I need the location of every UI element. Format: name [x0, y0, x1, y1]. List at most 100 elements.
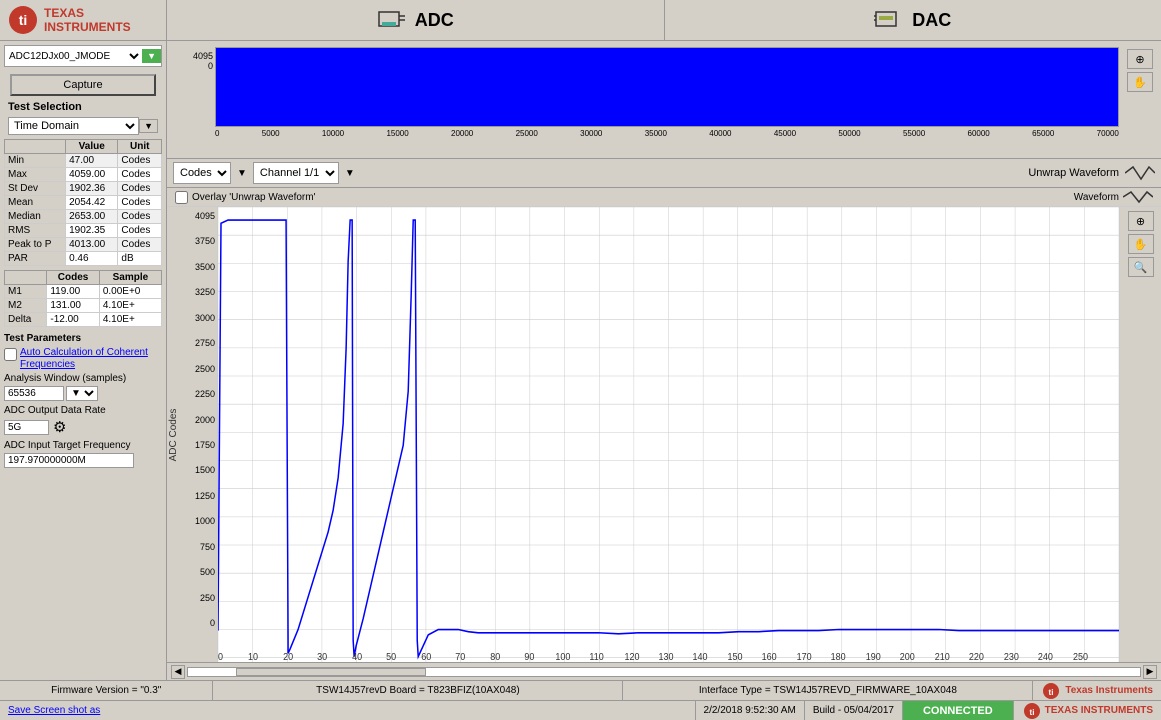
- analysis-window-label: Analysis Window (samples): [4, 373, 162, 384]
- ti-logo-icon: ti: [8, 5, 38, 35]
- svg-text:50: 50: [386, 652, 396, 662]
- overview-blue-fill: [216, 48, 1118, 126]
- dac-tab[interactable]: DAC: [665, 0, 1161, 40]
- adc-input-row: [4, 453, 162, 468]
- overlay-checkbox[interactable]: [175, 191, 188, 204]
- ti-logo-section: ti TEXAS INSTRUMENTS: [0, 0, 167, 40]
- svg-text:40: 40: [352, 652, 362, 662]
- marker-row-codes: -12.00: [47, 313, 99, 327]
- device-dropdown-arrow[interactable]: ▼: [142, 49, 161, 63]
- adc-output-row: ⚙: [4, 418, 162, 436]
- adc-input-label: ADC Input Target Frequency: [4, 440, 162, 451]
- overview-chart: 4095 0 0 5000 10000 15000 20000 25000 30…: [167, 41, 1161, 159]
- controls-bar: Codes ▼ Channel 1/1 ▼ Unwrap Waveform: [167, 159, 1161, 188]
- main-layout: ADC12DJx00_JMODE ▼ Capture Test Selectio…: [0, 41, 1161, 680]
- overview-y-bottom: 0: [208, 61, 213, 71]
- stats-row-unit: Codes: [118, 154, 162, 168]
- capture-button[interactable]: Capture: [10, 74, 156, 96]
- svg-text:200: 200: [900, 652, 915, 662]
- stats-row-value: 47.00: [66, 154, 118, 168]
- chart-svg-area: 0 10 20 30 40 50 60 70 80 90 100 110 120…: [217, 207, 1119, 662]
- test-params-section: Test Parameters Auto Calculation of Cohe…: [4, 333, 162, 468]
- stats-col-value: Value: [66, 140, 118, 154]
- test-selection-arrow[interactable]: ▼: [139, 119, 158, 133]
- svg-text:120: 120: [624, 652, 639, 662]
- svg-text:150: 150: [728, 652, 743, 662]
- stats-col-label: [5, 140, 66, 154]
- analysis-window-row: ▼: [4, 386, 162, 401]
- firmware-status: Firmware Version = "0.3": [0, 681, 213, 700]
- unwrap-wave-icon: [1125, 165, 1155, 181]
- svg-text:190: 190: [866, 652, 881, 662]
- adc-output-input[interactable]: [4, 420, 49, 435]
- status-bar-2: Save Screen shot as 2/2/2018 9:52:30 AM …: [0, 700, 1161, 720]
- overlay-label: Overlay 'Unwrap Waveform': [192, 192, 315, 203]
- scroll-left-btn[interactable]: ◀: [171, 665, 185, 679]
- stats-row-label: RMS: [5, 224, 66, 238]
- header: ti TEXAS INSTRUMENTS ADC DAC: [0, 0, 1161, 41]
- device-dropdown[interactable]: ADC12DJx00_JMODE: [5, 50, 142, 63]
- codes-select[interactable]: Codes: [173, 162, 231, 184]
- auto-calc-label: Auto Calculation of Coherent Frequencies: [20, 347, 162, 371]
- chart-zoom-tool[interactable]: 🔍: [1128, 257, 1154, 277]
- svg-text:80: 80: [490, 652, 500, 662]
- status-bar-1: Firmware Version = "0.3" TSW14J57revD Bo…: [0, 680, 1161, 700]
- svg-text:90: 90: [524, 652, 534, 662]
- marker-tbody: M1 119.00 0.00E+0 M2 131.00 4.10E+ Delta…: [5, 285, 162, 327]
- gear-icon[interactable]: ⚙: [53, 418, 66, 436]
- channel-dropdown-icon: ▼: [345, 168, 355, 179]
- svg-text:70: 70: [455, 652, 465, 662]
- stats-row-unit: Codes: [118, 224, 162, 238]
- overview-pan-tool[interactable]: ✋: [1127, 72, 1153, 92]
- svg-text:ti: ti: [19, 12, 28, 28]
- codes-dropdown-icon: ▼: [237, 168, 247, 179]
- stats-tbody: Min 47.00 Codes Max 4059.00 Codes St Dev…: [5, 154, 162, 266]
- adc-input-input[interactable]: [4, 453, 134, 468]
- svg-text:230: 230: [1004, 652, 1019, 662]
- overview-xaxis: 0 5000 10000 15000 20000 25000 30000 350…: [215, 127, 1119, 138]
- ti-logo-bottom: ti TEXAS INSTRUMENTS: [1014, 702, 1161, 720]
- yaxis-title: ADC Codes: [168, 408, 179, 461]
- svg-text:250: 250: [1073, 652, 1088, 662]
- adc-icon: [377, 8, 407, 33]
- stats-row-value: 4059.00: [66, 168, 118, 182]
- scrollbar-thumb[interactable]: [236, 668, 426, 676]
- waveform-label: Waveform: [1074, 192, 1119, 203]
- channel-select[interactable]: Channel 1/1: [253, 162, 339, 184]
- test-selection-dropdown[interactable]: Time Domain ▼: [8, 117, 158, 135]
- auto-calc-row: Auto Calculation of Coherent Frequencies: [4, 347, 162, 371]
- marker-row-codes: 131.00: [47, 299, 99, 313]
- adc-tab[interactable]: ADC: [167, 0, 665, 40]
- chart-pan-tool[interactable]: ✋: [1128, 234, 1154, 254]
- svg-text:30: 30: [317, 652, 327, 662]
- scrollbar-track[interactable]: [187, 667, 1141, 677]
- overlay-bar: Overlay 'Unwrap Waveform' Waveform: [167, 188, 1161, 207]
- chart-cursor-tool[interactable]: ⊕: [1128, 211, 1154, 231]
- chart-yaxis: 4095 3750 3500 3250 3000 2750 2500 2250 …: [167, 207, 217, 662]
- stats-row-label: PAR: [5, 252, 66, 266]
- stats-row-value: 2054.42: [66, 196, 118, 210]
- svg-text:0: 0: [218, 652, 223, 662]
- device-select[interactable]: ADC12DJx00_JMODE ▼: [4, 45, 162, 67]
- scrollbar-area[interactable]: ◀ ▶: [167, 662, 1161, 680]
- marker-row-label: M2: [5, 299, 47, 313]
- analysis-window-select[interactable]: ▼: [66, 386, 98, 401]
- chart-container: 4095 3750 3500 3250 3000 2750 2500 2250 …: [167, 207, 1161, 662]
- save-screen-link[interactable]: Save Screen shot as: [0, 705, 108, 716]
- ti-logo-bottom-icon: ti: [1022, 702, 1042, 720]
- svg-text:140: 140: [693, 652, 708, 662]
- main-chart-svg: 0 10 20 30 40 50 60 70 80 90 100 110 120…: [218, 207, 1119, 662]
- unwrap-label: Unwrap Waveform: [1028, 167, 1119, 179]
- stats-row-value: 4013.00: [66, 238, 118, 252]
- marker-row-sample: 4.10E+: [99, 299, 161, 313]
- stats-row-label: Max: [5, 168, 66, 182]
- svg-text:20: 20: [283, 652, 293, 662]
- scroll-right-btn[interactable]: ▶: [1143, 665, 1157, 679]
- interface-status: Interface Type = TSW14J57REVD_FIRMWARE_1…: [623, 681, 1033, 700]
- analysis-window-input[interactable]: [4, 386, 64, 401]
- auto-calc-checkbox[interactable]: [4, 348, 17, 361]
- stats-row-unit: Codes: [118, 210, 162, 224]
- ti-logo-status: ti Texas Instruments: [1033, 682, 1161, 700]
- overview-cursor-tool[interactable]: ⊕: [1127, 49, 1153, 69]
- test-selection-select[interactable]: Time Domain: [8, 117, 139, 135]
